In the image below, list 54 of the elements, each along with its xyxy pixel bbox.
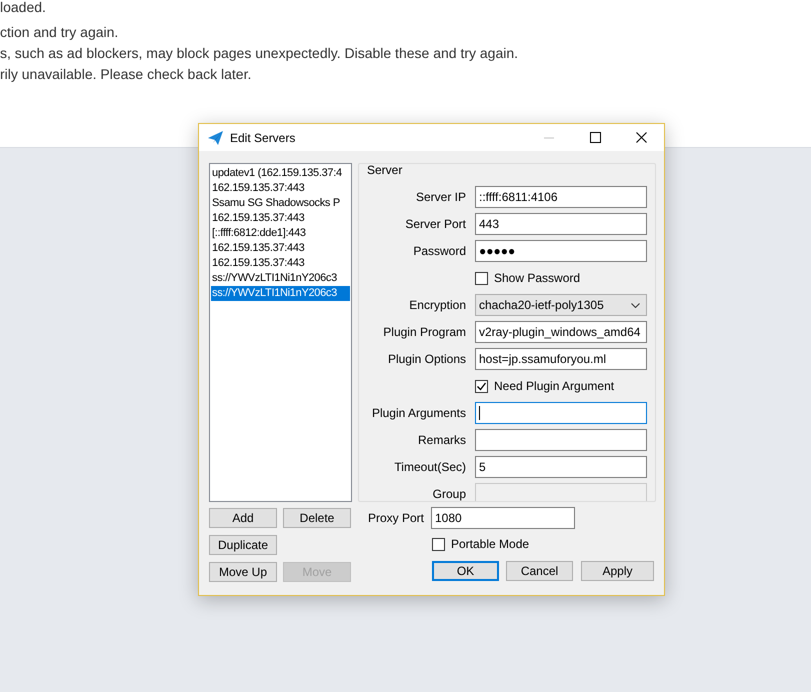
server-list-item[interactable]: updatev1 (162.159.135.37:4 — [211, 166, 350, 181]
field-label: Plugin Options — [388, 352, 466, 366]
text-cursor — [479, 406, 480, 420]
dialog-button[interactable]: Cancel — [506, 561, 573, 581]
input-field[interactable]: 443 — [475, 213, 647, 235]
checkbox[interactable] — [432, 538, 445, 550]
error-message: ction and try again. — [0, 23, 120, 42]
field-label: Timeout(Sec) — [394, 460, 466, 474]
checkbox[interactable] — [475, 272, 488, 284]
input-field[interactable]: ::ffff:6811:4106 — [475, 186, 647, 208]
input-field[interactable]: v2ray-plugin_windows_amd64 — [475, 321, 647, 343]
list-action-button[interactable]: Add — [209, 508, 277, 528]
checkbox-label: Need Plugin Argument — [494, 379, 614, 393]
close-icon[interactable] — [636, 132, 646, 143]
dropdown[interactable]: chacha20-ietf-poly1305 — [475, 294, 647, 316]
dialog-button[interactable]: Apply — [581, 561, 654, 581]
server-list[interactable]: updatev1 (162.159.135.37:4 162.159.135.37:443 Ssamu SG Shadowsocks P 162.159.135.37:443 [::ffff:6812:dde1]:443 162.159.135.37:443 162.159.135.37:443 ss://YWVzLTI1Ni1nY206c3 ss://YWVzLTI1Ni1nY206c3 — [209, 163, 352, 502]
field-label: Plugin Arguments — [372, 406, 466, 420]
chevron-down-icon — [631, 302, 640, 308]
server-list-item[interactable]: 162.159.135.37:443 — [211, 211, 350, 226]
field-label: Server IP — [416, 190, 466, 204]
server-list-item[interactable]: [::ffff:6812:dde1]:443 — [211, 226, 350, 241]
error-message: s, such as ad blockers, may block pages unexpectedly. Disable these and try again. — [0, 44, 520, 63]
error-message: rily unavailable. Please check back later. — [0, 65, 252, 84]
maximize-icon[interactable] — [590, 132, 600, 143]
field-label: Remarks — [418, 433, 466, 447]
field-label: Group — [432, 487, 466, 501]
dialog-button[interactable]: OK — [432, 561, 499, 581]
server-list-item[interactable]: ss://YWVzLTI1Ni1nY206c3 — [211, 271, 350, 286]
server-list-item[interactable]: 162.159.135.37:443 — [211, 241, 350, 256]
field-label: Password — [413, 244, 466, 258]
input-field[interactable]: ●●●●● — [475, 240, 647, 262]
input-field[interactable] — [475, 429, 647, 451]
input-field[interactable] — [475, 402, 647, 424]
server-list-item[interactable]: ss://YWVzLTI1Ni1nY206c3 — [211, 286, 350, 301]
field-label: Server Port — [405, 217, 466, 231]
paper-plane-icon — [208, 130, 223, 144]
window-title: Edit Servers — [230, 130, 296, 144]
input-field[interactable]: 1080 — [431, 507, 575, 529]
list-action-button[interactable]: Delete — [283, 508, 351, 528]
field-label: Proxy Port — [368, 511, 426, 525]
checkbox-label: Show Password — [494, 271, 580, 285]
field-label: Encryption — [409, 298, 466, 312]
checkbox-label: Portable Mode — [451, 537, 530, 551]
input-field[interactable]: 5 — [475, 456, 647, 478]
checkbox[interactable] — [475, 380, 488, 392]
list-action-button[interactable]: Move Up — [209, 562, 277, 582]
field-label: Plugin Program — [383, 325, 466, 339]
server-list-item[interactable]: 162.159.135.37:443 — [211, 181, 350, 196]
server-list-item[interactable]: 162.159.135.37:443 — [211, 256, 350, 271]
server-list-item[interactable]: Ssamu SG Shadowsocks P — [211, 196, 350, 211]
input-field[interactable]: host=jp.ssamuforyou.ml — [475, 348, 647, 370]
error-message: loaded. — [0, 0, 47, 14]
list-action-button[interactable]: Duplicate — [209, 535, 277, 555]
